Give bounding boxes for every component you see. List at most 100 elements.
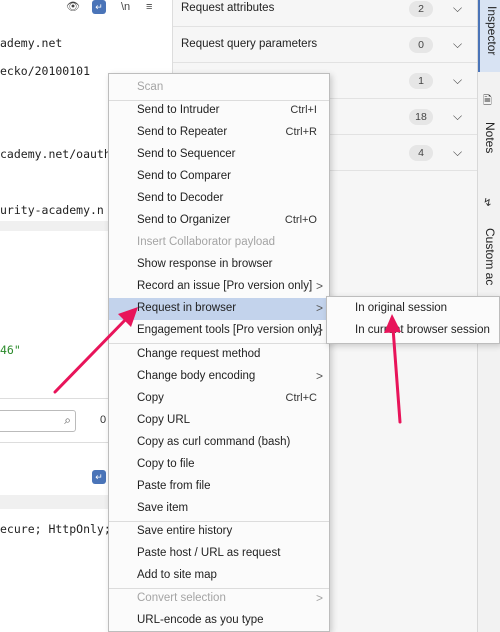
- menu-item-change-request-method[interactable]: Change request method: [109, 344, 329, 366]
- menu-item-label: Show response in browser: [137, 258, 273, 270]
- menu-item-paste-from-file[interactable]: Paste from file: [109, 476, 329, 498]
- tab-inspector[interactable]: Inspector: [478, 0, 500, 72]
- tab-label: Inspector: [485, 6, 499, 56]
- menu-item-label: Copy to file: [137, 458, 195, 470]
- menu-item-url-encode-as-you-type[interactable]: URL-encode as you type: [109, 610, 329, 632]
- menu-item-send-to-organizer[interactable]: Send to Organizer Ctrl+O: [109, 210, 329, 232]
- menu-item-label: Change request method: [137, 348, 261, 360]
- menu-item-send-to-decoder[interactable]: Send to Decoder: [109, 188, 329, 210]
- tab-label: Notes: [483, 122, 497, 154]
- menu-item-label: Scan: [137, 81, 164, 93]
- request-in-browser-submenu: In original session In current browser s…: [326, 296, 500, 344]
- chevron-down-icon[interactable]: ⌵: [453, 73, 462, 88]
- chevron-right-icon: >: [315, 279, 323, 293]
- notes-icon: 🗎︎: [483, 95, 492, 107]
- editor-toolbar: 👁︎ ↵ \n ≡: [0, 0, 172, 18]
- menu-item-label: Send to Decoder: [137, 192, 224, 204]
- menu-item-copy-to-file[interactable]: Copy to file: [109, 454, 329, 476]
- chevron-right-icon: >: [315, 591, 323, 605]
- search-input[interactable]: ⌕: [0, 410, 76, 432]
- chevron-down-icon[interactable]: ⌵: [453, 145, 462, 160]
- menu-item-label: Copy as curl command (bash): [137, 436, 291, 448]
- code-line: ademy.net: [0, 36, 63, 50]
- wrap-icon[interactable]: ↵: [92, 470, 106, 484]
- chevron-right-icon: >: [315, 323, 323, 337]
- menu-item-label: In current browser session: [355, 324, 490, 336]
- chevron-right-icon: >: [315, 369, 323, 383]
- menu-item-label: Send to Repeater: [137, 126, 228, 138]
- code-line: ecko/20100101: [0, 64, 91, 78]
- menu-item-convert-selection[interactable]: Convert selection >: [109, 588, 329, 610]
- menu-item-label: Engagement tools [Pro version only]: [137, 324, 322, 336]
- chevron-down-icon[interactable]: ⌵: [453, 1, 462, 16]
- menu-item-copy[interactable]: Copy Ctrl+C: [109, 388, 329, 410]
- menu-item-label: URL-encode as you type: [137, 614, 264, 626]
- search-hits-count: 0: [100, 414, 107, 426]
- count-badge: 2: [409, 1, 433, 17]
- section-label: Request query parameters: [181, 38, 318, 50]
- menu-item-label: Save item: [137, 502, 189, 514]
- menu-item-paste-host-url[interactable]: Paste host / URL as request: [109, 543, 329, 565]
- menu-item-label: Insert Collaborator payload: [137, 236, 276, 248]
- menu-item-insert-collaborator-payload[interactable]: Insert Collaborator payload: [109, 232, 329, 254]
- tab-notes[interactable]: 🗎︎ Notes: [478, 88, 500, 168]
- menu-item-label: Request in browser: [137, 302, 237, 314]
- menu-item-scan[interactable]: Scan: [109, 77, 329, 99]
- menu-item-record-an-issue[interactable]: Record an issue [Pro version only] >: [109, 276, 329, 298]
- menu-item-label: Record an issue [Pro version only]: [137, 280, 313, 292]
- lightning-icon: ↯: [483, 197, 493, 209]
- menu-item-label: Send to Comparer: [137, 170, 231, 182]
- chevron-down-icon[interactable]: ⌵: [453, 37, 462, 52]
- inspector-section-request-attributes[interactable]: Request attributes 2 ⌵: [173, 0, 478, 27]
- wrap-icon[interactable]: ↵: [92, 0, 106, 14]
- menu-item-show-response-in-browser[interactable]: Show response in browser: [109, 254, 329, 276]
- code-line: urity-academy.n: [0, 203, 104, 217]
- menu-item-label: Send to Sequencer: [137, 148, 236, 160]
- menu-item-label: Paste from file: [137, 480, 211, 492]
- menu-item-label: In original session: [355, 302, 448, 314]
- code-line: ecure; HttpOnly;: [0, 522, 111, 536]
- menu-shortcut: Ctrl+O: [284, 214, 317, 226]
- menu-item-in-current-browser-session[interactable]: In current browser session: [327, 320, 499, 342]
- section-label: Request attributes: [181, 2, 275, 14]
- count-badge: 4: [409, 145, 433, 161]
- menu-shortcut: Ctrl+I: [290, 104, 317, 116]
- menu-item-label: Copy: [137, 392, 164, 404]
- count-badge: 18: [409, 109, 433, 125]
- menu-item-save-item[interactable]: Save item: [109, 498, 329, 520]
- menu-item-change-body-encoding[interactable]: Change body encoding >: [109, 366, 329, 388]
- menu-item-request-in-browser[interactable]: Request in browser >: [109, 298, 329, 320]
- newline-icon[interactable]: \n: [121, 0, 130, 14]
- code-line: cademy.net/oauth: [0, 147, 111, 161]
- inspector-section-query-parameters[interactable]: Request query parameters 0 ⌵: [173, 28, 478, 63]
- menu-item-save-entire-history[interactable]: Save entire history: [109, 521, 329, 543]
- menu-shortcut: Ctrl+C: [285, 392, 317, 404]
- tab-label: Custom ac: [483, 228, 497, 286]
- menu-item-engagement-tools[interactable]: Engagement tools [Pro version only] >: [109, 320, 329, 342]
- menu-icon[interactable]: ≡: [146, 0, 152, 14]
- search-icon: ⌕: [64, 413, 71, 427]
- menu-item-copy-url[interactable]: Copy URL: [109, 410, 329, 432]
- menu-item-label: Copy URL: [137, 414, 191, 426]
- code-line: 46": [0, 343, 21, 357]
- menu-item-label: Send to Organizer: [137, 214, 231, 226]
- menu-item-send-to-comparer[interactable]: Send to Comparer: [109, 166, 329, 188]
- menu-item-in-original-session[interactable]: In original session: [327, 298, 499, 320]
- menu-item-send-to-intruder[interactable]: Send to Intruder Ctrl+I: [109, 100, 329, 122]
- chevron-down-icon[interactable]: ⌵: [453, 109, 462, 124]
- menu-item-add-to-site-map[interactable]: Add to site map: [109, 565, 329, 587]
- count-badge: 1: [409, 73, 433, 89]
- menu-shortcut: Ctrl+R: [285, 126, 317, 138]
- menu-item-copy-as-curl[interactable]: Copy as curl command (bash): [109, 432, 329, 454]
- chevron-right-icon: >: [315, 301, 323, 315]
- menu-item-label: Save entire history: [137, 525, 233, 537]
- menu-item-send-to-sequencer[interactable]: Send to Sequencer: [109, 144, 329, 166]
- eye-off-icon[interactable]: 👁︎: [66, 0, 80, 14]
- count-badge: 0: [409, 37, 433, 53]
- menu-item-label: Convert selection: [137, 592, 226, 604]
- tab-custom-actions[interactable]: ↯ Custom ac: [478, 192, 500, 302]
- menu-item-label: Send to Intruder: [137, 104, 220, 116]
- context-menu: Scan Send to Intruder Ctrl+I Send to Rep…: [108, 73, 330, 632]
- menu-item-send-to-repeater[interactable]: Send to Repeater Ctrl+R: [109, 122, 329, 144]
- menu-item-label: Add to site map: [137, 569, 217, 581]
